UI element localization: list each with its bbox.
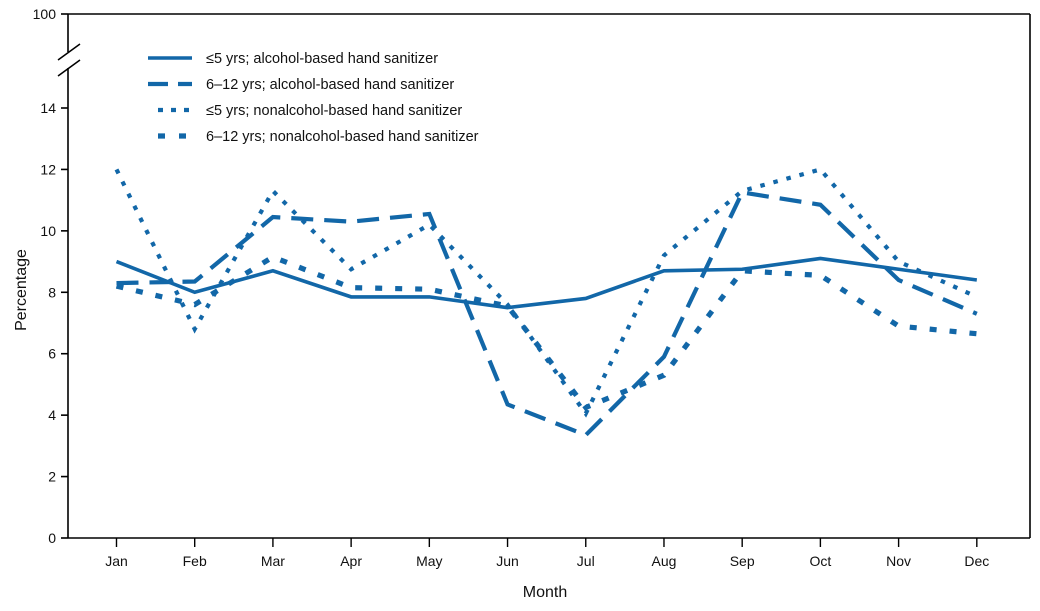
x-tick-label: Nov — [886, 553, 911, 569]
x-tick-label: Apr — [340, 553, 362, 569]
series-line-0 — [115, 256, 978, 310]
x-axis-title: Month — [523, 584, 567, 601]
x-tick-label: Feb — [183, 553, 207, 569]
y-tick-label: 12 — [40, 161, 56, 177]
x-tick-label: Sep — [730, 553, 755, 569]
y-tick-label: 2 — [48, 469, 56, 485]
plot-frame — [57, 13, 1031, 539]
line-chart-canvas: 100 14 12 10 8 6 4 2 0 Jan Feb Mar Apr May Jun Jul Aug S… — [13, 6, 1031, 601]
series-line-1 — [116, 190, 978, 438]
y-tick-label: 6 — [48, 346, 56, 362]
x-axis: Jan Feb Mar Apr May Jun Jul Aug Sep Oct Nov Dec — [105, 538, 989, 569]
chart-legend: ≤5 yrs; alcohol-based hand sanitizer 6–12… — [148, 51, 479, 145]
legend-label-1: 6–12 yrs; alcohol-based hand sanitizer — [206, 77, 454, 93]
legend-label-0: ≤5 yrs; alcohol-based hand sanitizer — [206, 51, 438, 67]
x-tick-label: Mar — [261, 553, 285, 569]
x-tick-label: Jun — [496, 553, 519, 569]
series-lines — [114, 167, 978, 438]
legend-label-2: ≤5 yrs; nonalcohol-based hand sanitizer — [206, 103, 462, 119]
y-axis-title: Percentage — [13, 249, 30, 331]
legend-label-3: 6–12 yrs; nonalcohol-based hand sanitize… — [206, 129, 479, 145]
y-tick-label: 8 — [48, 284, 56, 300]
x-tick-label: Oct — [810, 553, 832, 569]
y-tick-label: 10 — [40, 223, 56, 239]
y-tick-label: 100 — [33, 6, 57, 22]
x-tick-label: Dec — [964, 553, 989, 569]
series-line-2 — [114, 167, 978, 418]
x-tick-label: Jul — [577, 553, 595, 569]
y-axis: 100 14 12 10 8 6 4 2 0 — [33, 6, 68, 546]
x-tick-label: Jan — [105, 553, 128, 569]
y-tick-label: 0 — [48, 530, 56, 546]
y-tick-label: 4 — [48, 407, 56, 423]
y-tick-label: 14 — [40, 100, 56, 116]
chart-figure: 100 14 12 10 8 6 4 2 0 Jan Feb Mar Apr May Jun Jul Aug S… — [0, 0, 1040, 611]
x-tick-label: Aug — [652, 553, 677, 569]
x-tick-label: May — [416, 553, 442, 569]
